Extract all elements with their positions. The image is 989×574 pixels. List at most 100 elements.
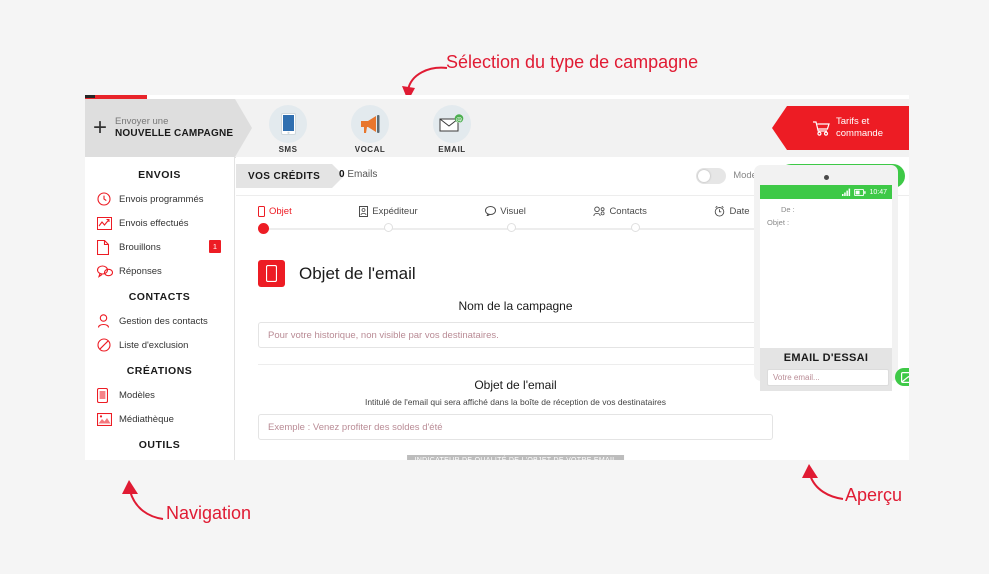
step-label: Contacts <box>609 205 647 217</box>
sidebar-heading-envois: ENVOIS <box>138 169 181 181</box>
preview-phone: 10:47 De : Objet : EMAIL D'ESSAI <box>754 165 909 391</box>
step-date[interactable]: Date <box>714 205 750 217</box>
step-contacts[interactable]: Contacts <box>593 205 647 217</box>
campaign-name-input[interactable] <box>258 322 773 348</box>
campaign-type-email[interactable]: @ EMAIL <box>424 101 480 154</box>
campaign-form: Objet de l'email Nom de la campagne Obje… <box>236 250 795 460</box>
test-email-title: EMAIL D'ESSAI <box>783 352 869 364</box>
status-badge: 1 <box>209 240 221 253</box>
campaign-name-label: Nom de la campagne <box>458 299 573 313</box>
phone-screen: 10:47 De : Objet : <box>760 185 892 348</box>
phone-status-time: 10:47 <box>869 188 887 196</box>
campaign-type-selector: SMS VOCAL @ EMAIL <box>260 101 480 154</box>
pricing-order-line2: commande <box>836 128 883 139</box>
toggle-knob <box>698 170 710 182</box>
test-email-input[interactable] <box>767 368 889 386</box>
step-dot-expediteur[interactable] <box>383 223 393 232</box>
sidebar-item-mediatheque[interactable]: Médiathèque <box>85 407 234 431</box>
envelope-icon <box>901 371 909 383</box>
annotation-navigation-arrow <box>122 480 164 520</box>
campaign-type-sms-label: SMS <box>278 145 298 154</box>
plus-icon: + <box>93 114 108 141</box>
email-subject-sublabel: Intitulé de l'email qui sera affiché dan… <box>364 397 667 407</box>
form-header: Objet de l'email <box>258 260 773 287</box>
step-label: Date <box>729 205 750 217</box>
sidebar-item-gestion-des-contacts[interactable]: Gestion des contacts <box>85 309 234 333</box>
shopping-cart-icon <box>813 120 830 136</box>
step-expediteur[interactable]: Expéditeur <box>359 205 418 217</box>
send-test-email-button[interactable] <box>895 368 909 386</box>
step-visuel[interactable]: Visuel <box>485 205 526 217</box>
credits-value: 0 Emails <box>339 169 377 180</box>
step-dot-objet[interactable] <box>258 223 269 234</box>
new-campaign-title: NOUVELLE CAMPAGNE <box>115 127 234 139</box>
person-icon <box>97 314 119 328</box>
campaign-type-vocal-label: VOCAL <box>354 145 386 154</box>
sidebar-item-label: Liste d'exclusion <box>119 339 189 351</box>
step-label: Expéditeur <box>372 205 418 217</box>
sidebar-item-label: Envois effectués <box>119 217 189 229</box>
sidebar-item-brouillons[interactable]: Brouillons 1 <box>85 235 234 259</box>
pricing-order-line1: Tarifs et <box>836 115 870 127</box>
preview-field-de: De : <box>781 205 795 214</box>
no-entry-icon <box>97 338 119 352</box>
phone-email-fields: De : Objet : <box>760 199 892 235</box>
credits-unit: Emails <box>347 169 378 180</box>
email-subject-input[interactable] <box>258 414 773 440</box>
sidebar-item-liste-d-exclusion[interactable]: Liste d'exclusion <box>85 333 234 357</box>
preview-field-objet: Objet : <box>767 217 790 227</box>
step-objet[interactable]: Objet <box>258 205 292 217</box>
phone-speaker <box>823 175 829 180</box>
contacts-icon <box>593 206 605 216</box>
chart-line-icon <box>97 216 119 230</box>
sidebar-item-label: Réponses <box>119 265 162 277</box>
sidebar-item-api-plugin[interactable]: API / Plugin <box>85 457 234 460</box>
quality-indicator-label: INDICATEUR DE QUALITÉ DE L'OBJET DE VOTR… <box>406 455 625 460</box>
envelope-at-icon: @ <box>433 105 471 143</box>
sidebar-heading-outils: OUTILS <box>138 439 181 451</box>
step-label: Objet <box>269 205 292 217</box>
mobile-phone-icon <box>269 105 307 143</box>
sidebar-navigation: ENVOIS Envois programmés Envois effectué… <box>85 157 235 460</box>
speech-bubble-icon <box>485 206 497 216</box>
email-subject-label: Objet de l'email <box>474 378 557 392</box>
sidebar-item-envois-programmes[interactable]: Envois programmés <box>85 187 234 211</box>
new-campaign-button[interactable]: + Envoyer une NOUVELLE CAMPAGNE <box>85 99 252 157</box>
top-bar: + Envoyer une NOUVELLE CAMPAGNE SMS VOCA… <box>85 99 909 158</box>
document-icon <box>97 239 119 255</box>
step-dot-contacts[interactable] <box>630 223 640 232</box>
pricing-order-button[interactable]: Tarifs et commande <box>772 106 909 150</box>
campaign-type-sms[interactable]: SMS <box>260 101 316 154</box>
campaign-type-vocal[interactable]: VOCAL <box>342 101 398 154</box>
battery-icon <box>854 188 867 196</box>
app-window: + Envoyer une NOUVELLE CAMPAGNE SMS VOCA… <box>85 95 909 460</box>
sidebar-item-reponses[interactable]: Réponses <box>85 259 234 283</box>
image-icon <box>97 412 119 426</box>
quality-indicator: INDICATEUR DE QUALITÉ DE L'OBJET DE VOTR… <box>258 455 773 460</box>
annotation-apercu-label: Aperçu <box>845 485 903 505</box>
step-label: Visuel <box>500 205 526 217</box>
phone-status-bar: 10:47 <box>760 185 892 199</box>
step-dot-visuel[interactable] <box>507 223 517 232</box>
speech-bubbles-icon <box>97 264 119 278</box>
test-email-panel: EMAIL D'ESSAI <box>760 348 909 391</box>
page-title: Objet de l'email <box>299 263 416 283</box>
sidebar-item-label: Envois programmés <box>119 193 204 205</box>
fast-mode-toggle[interactable] <box>696 168 726 184</box>
annotation-apercu-arrow <box>802 464 844 500</box>
mobile-icon <box>258 260 285 287</box>
sidebar-item-envois-effectues[interactable]: Envois effectués <box>85 211 234 235</box>
main-content: VOS CRÉDITS 0 Emails Mode rapide Acheter… <box>236 157 909 460</box>
mobile-icon <box>258 205 265 217</box>
sidebar-heading-creations: CRÉATIONS <box>126 365 193 377</box>
annotation-selection-label: Sélection du type de campagne <box>446 52 699 72</box>
svg-text:@: @ <box>456 116 463 124</box>
alarm-clock-icon <box>715 205 725 217</box>
sidebar-item-label: Médiathèque <box>119 413 174 425</box>
annotation-navigation-label: Navigation <box>166 503 252 523</box>
sidebar-item-modeles[interactable]: Modèles <box>85 383 234 407</box>
campaign-type-email-label: EMAIL <box>438 145 466 154</box>
id-card-icon <box>359 205 369 217</box>
signal-bars-icon <box>842 188 851 196</box>
sidebar-item-label: Gestion des contacts <box>119 315 208 327</box>
